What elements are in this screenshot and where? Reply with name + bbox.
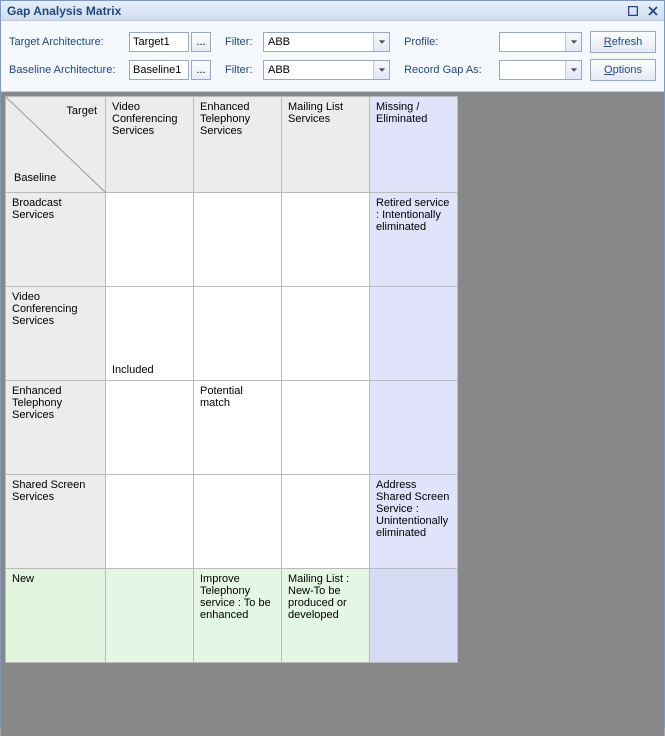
col-header[interactable]: Enhanced Telephony Services bbox=[194, 97, 282, 193]
table-row: Broadcast Services Retired service : Int… bbox=[6, 193, 458, 287]
recordgap-label: Record Gap As: bbox=[404, 64, 499, 76]
col-header[interactable]: Video Conferencing Services bbox=[106, 97, 194, 193]
matrix-cell[interactable] bbox=[282, 287, 370, 381]
matrix-cell-new[interactable]: Mailing List : New-To be produced or dev… bbox=[282, 569, 370, 663]
target-arch-label: Target Architecture: bbox=[9, 36, 129, 48]
chevron-down-icon[interactable] bbox=[373, 61, 389, 79]
row-header[interactable]: Shared Screen Services bbox=[6, 475, 106, 569]
maximize-icon[interactable] bbox=[626, 4, 640, 18]
profile-combo[interactable] bbox=[499, 32, 582, 52]
row-header[interactable]: Video Conferencing Services bbox=[6, 287, 106, 381]
col-header-missing[interactable]: Missing / Eliminated bbox=[370, 97, 458, 193]
matrix-corner-cell: Target Baseline bbox=[6, 97, 106, 193]
table-row: Shared Screen Services Address Shared Sc… bbox=[6, 475, 458, 569]
matrix-cell[interactable] bbox=[282, 381, 370, 475]
baseline-arch-label: Baseline Architecture: bbox=[9, 64, 129, 76]
recordgap-combo[interactable] bbox=[499, 60, 582, 80]
matrix-cell[interactable] bbox=[282, 193, 370, 287]
matrix-cell-missing[interactable]: Retired service : Intentionally eliminat… bbox=[370, 193, 458, 287]
row-header-new[interactable]: New bbox=[6, 569, 106, 663]
matrix-cell[interactable] bbox=[106, 193, 194, 287]
profile-label: Profile: bbox=[404, 36, 499, 48]
chevron-down-icon[interactable] bbox=[565, 33, 581, 51]
matrix-cell[interactable]: Potential match bbox=[194, 381, 282, 475]
chevron-down-icon[interactable] bbox=[565, 61, 581, 79]
matrix-cell[interactable] bbox=[194, 193, 282, 287]
corner-target-label: Target bbox=[66, 105, 97, 117]
matrix-cell-missing[interactable]: Address Shared Screen Service : Unintent… bbox=[370, 475, 458, 569]
filter-combo-top[interactable]: ABB bbox=[263, 32, 390, 52]
row-header[interactable]: Broadcast Services bbox=[6, 193, 106, 287]
baseline-arch-field[interactable] bbox=[129, 60, 189, 80]
target-arch-browse-button[interactable]: ... bbox=[191, 32, 211, 52]
row-header[interactable]: Enhanced Telephony Services bbox=[6, 381, 106, 475]
matrix-cell-new-missing[interactable] bbox=[370, 569, 458, 663]
filter-combo-bottom-value: ABB bbox=[264, 64, 373, 76]
matrix-cell[interactable] bbox=[282, 475, 370, 569]
matrix-cell[interactable] bbox=[106, 381, 194, 475]
matrix-cell[interactable]: Included bbox=[106, 287, 194, 381]
target-arch-field[interactable] bbox=[129, 32, 189, 52]
chevron-down-icon[interactable] bbox=[373, 33, 389, 51]
baseline-arch-browse-button[interactable]: ... bbox=[191, 60, 211, 80]
matrix-cell-new[interactable]: Improve Telephony service : To be enhanc… bbox=[194, 569, 282, 663]
refresh-button[interactable]: Refresh bbox=[590, 31, 656, 53]
filter-combo-top-value: ABB bbox=[264, 36, 373, 48]
table-row: Enhanced Telephony Services Potential ma… bbox=[6, 381, 458, 475]
matrix-cell[interactable] bbox=[106, 475, 194, 569]
filter-label-bottom: Filter: bbox=[225, 64, 263, 76]
toolbar: Target Architecture: ... Filter: ABB Pro… bbox=[1, 21, 664, 92]
table-row-new: New Improve Telephony service : To be en… bbox=[6, 569, 458, 663]
options-button[interactable]: Options bbox=[590, 59, 656, 81]
gap-matrix-table: Target Baseline Video Conferencing Servi… bbox=[5, 96, 458, 663]
window-title: Gap Analysis Matrix bbox=[7, 4, 121, 18]
filter-combo-bottom[interactable]: ABB bbox=[263, 60, 390, 80]
filter-label-top: Filter: bbox=[225, 36, 263, 48]
matrix-cell-missing[interactable] bbox=[370, 381, 458, 475]
corner-baseline-label: Baseline bbox=[14, 172, 56, 184]
matrix-cell[interactable] bbox=[194, 287, 282, 381]
matrix-scroll-area[interactable]: Target Baseline Video Conferencing Servi… bbox=[1, 92, 664, 736]
col-header[interactable]: Mailing List Services bbox=[282, 97, 370, 193]
matrix-cell-missing[interactable] bbox=[370, 287, 458, 381]
matrix-cell[interactable] bbox=[194, 475, 282, 569]
close-icon[interactable] bbox=[646, 4, 660, 18]
table-row: Video Conferencing Services Included bbox=[6, 287, 458, 381]
titlebar: Gap Analysis Matrix bbox=[1, 1, 664, 21]
matrix-cell-new[interactable] bbox=[106, 569, 194, 663]
